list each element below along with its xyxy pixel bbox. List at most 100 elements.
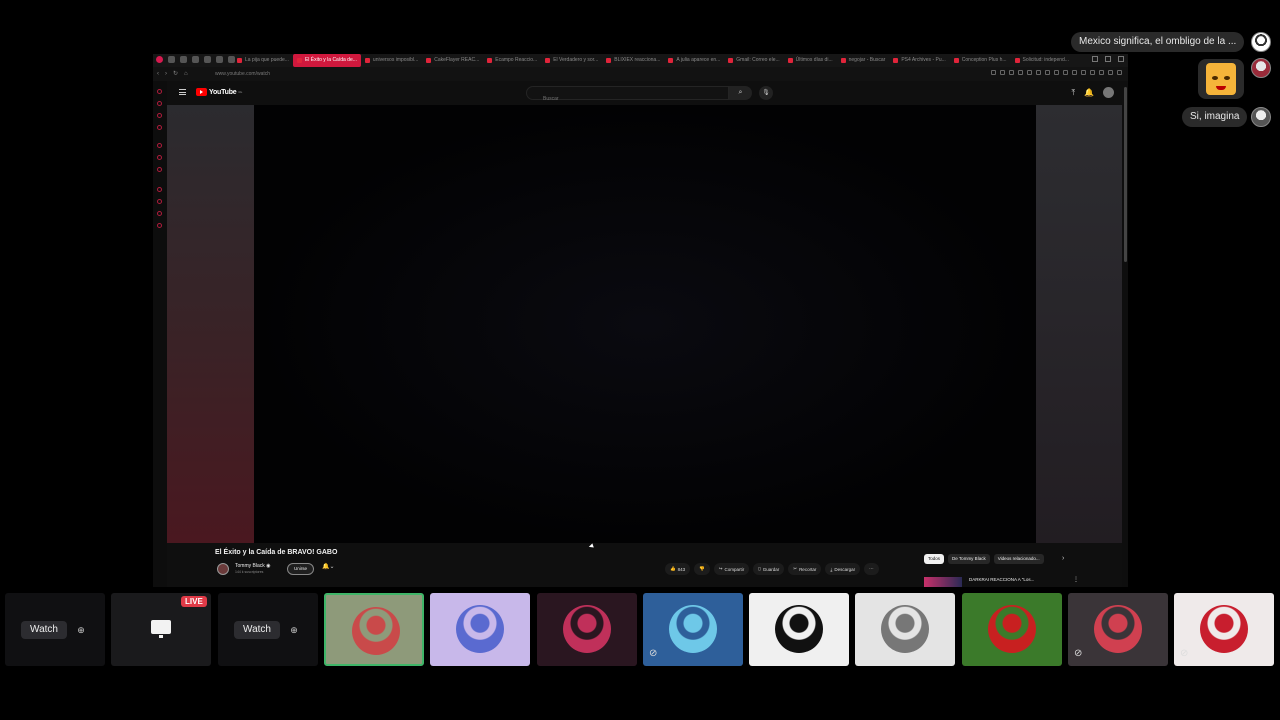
search-input[interactable] <box>527 93 728 105</box>
save-button[interactable]: ▯ Guardar <box>753 563 785 575</box>
account-avatar[interactable] <box>1103 87 1114 98</box>
participant-tile[interactable] <box>962 593 1062 666</box>
extension-icon[interactable] <box>1036 70 1041 75</box>
browser-tab[interactable]: universos imposibl... <box>361 54 422 67</box>
browser-tab[interactable]: A julia aparece en... <box>664 54 724 67</box>
sidebar-icon[interactable] <box>157 125 162 130</box>
watch-button[interactable]: Watch <box>234 621 280 639</box>
bookmark-icon[interactable] <box>991 70 996 75</box>
close-icon[interactable] <box>1118 56 1124 62</box>
sidebar-icon[interactable] <box>157 187 162 192</box>
join-button[interactable]: Unirse <box>287 563 314 575</box>
extension-icon[interactable] <box>1054 70 1059 75</box>
save-label: Guardar <box>762 566 780 572</box>
reload-icon[interactable]: ↻ <box>173 70 178 78</box>
recommendation-title[interactable]: DARKRAI REACCIONA A "Los... <box>969 577 1034 582</box>
browser-tab[interactable]: El Verdadero y sor... <box>541 54 602 67</box>
youtube-logo[interactable]: YouTube CL <box>196 88 242 96</box>
browser-menu-icons[interactable] <box>156 56 235 63</box>
home-icon[interactable]: ⌂ <box>184 70 188 78</box>
sidebar-icon[interactable] <box>157 113 162 118</box>
minimize-icon[interactable] <box>1092 56 1098 62</box>
like-button[interactable]: 👍 843 <box>665 563 691 575</box>
voice-search-button[interactable]: 🎙 <box>759 86 773 100</box>
extension-icon[interactable] <box>1009 70 1014 75</box>
browser-tab[interactable]: BLIXIEX reacciona... <box>602 54 664 67</box>
browser-tab[interactable]: CakeFlayer REAC... <box>422 54 483 67</box>
more-actions-button[interactable]: ⋯ <box>864 563 879 575</box>
subscription-bell-icon[interactable]: 🔔⌄ <box>322 563 335 570</box>
sidebar-icon[interactable] <box>157 223 162 228</box>
clip-button[interactable]: ✂ Recortar <box>788 563 822 575</box>
extension-icon[interactable] <box>1018 70 1023 75</box>
participant-tile[interactable] <box>430 593 530 666</box>
notifications-icon[interactable]: 🔔 <box>1084 87 1094 99</box>
browser-tab[interactable]: Gmail: Correo ele... <box>724 54 783 67</box>
page-scrollbar[interactable] <box>1124 87 1127 262</box>
extension-icon[interactable] <box>1117 70 1122 75</box>
menu-icon[interactable] <box>179 89 186 95</box>
participant-tile[interactable] <box>855 593 955 666</box>
chip-channel[interactable]: De Tommy Black <box>948 554 990 564</box>
browser-tab[interactable]: Solicitud: independ... <box>1011 54 1073 67</box>
recommendation-thumbnail[interactable] <box>924 577 962 587</box>
extension-icon[interactable] <box>1081 70 1086 75</box>
tab-icon[interactable] <box>216 56 223 63</box>
tab-icon[interactable] <box>204 56 211 63</box>
zoom-icon[interactable]: ⊕ <box>71 621 91 639</box>
stream-tile[interactable]: Watch ⊕ <box>5 593 105 666</box>
browser-tab[interactable]: negojar - Buscar <box>837 54 890 67</box>
channel-name[interactable]: Tommy Black ◉ <box>235 563 270 569</box>
url-field[interactable]: www.youtube.com/watch <box>215 70 270 78</box>
chip-all[interactable]: Todos <box>924 554 945 564</box>
browser-tab[interactable]: PS4 Archives - Pu... <box>889 54 949 67</box>
forward-icon[interactable]: › <box>165 70 167 78</box>
video-player[interactable] <box>254 105 1036 543</box>
browser-tab[interactable]: Conception Plus h... <box>950 54 1011 67</box>
create-icon[interactable]: ⤒ <box>1071 87 1075 99</box>
channel-avatar[interactable] <box>217 563 229 575</box>
browser-tab[interactable]: El Éxito y la Caída de... <box>292 54 361 67</box>
participant-tile[interactable]: ⊘ <box>1174 593 1274 666</box>
participant-tile[interactable] <box>324 593 424 666</box>
tab-icon[interactable] <box>168 56 175 63</box>
sidebar-icon[interactable] <box>157 167 162 172</box>
sidebar-icon[interactable] <box>157 101 162 106</box>
extension-icon[interactable] <box>1099 70 1104 75</box>
back-icon[interactable]: ‹ <box>157 70 159 78</box>
browser-tab[interactable]: Ecampo Reaccio... <box>483 54 541 67</box>
extension-icon[interactable] <box>1090 70 1095 75</box>
watch-button[interactable]: Watch <box>21 621 67 639</box>
extension-icon[interactable] <box>1027 70 1032 75</box>
extension-icon[interactable] <box>1108 70 1113 75</box>
zoom-icon[interactable]: ⊕ <box>284 621 304 639</box>
dislike-button[interactable]: 👎 <box>694 563 710 575</box>
maximize-icon[interactable] <box>1105 56 1111 62</box>
recommendation-more-icon[interactable]: ⋮ <box>1073 576 1079 583</box>
download-button[interactable]: ⤓ Descargar <box>825 563 861 575</box>
sidebar-icon[interactable] <box>157 89 162 94</box>
tab-icon[interactable] <box>180 56 187 63</box>
chevron-right-icon[interactable]: › <box>1062 555 1064 562</box>
participant-tile[interactable] <box>537 593 637 666</box>
opera-logo-icon[interactable] <box>156 56 163 63</box>
extension-icon[interactable] <box>1000 70 1005 75</box>
browser-tab[interactable]: La pija que puede... <box>233 54 293 67</box>
extension-icon[interactable] <box>1072 70 1077 75</box>
extension-icon[interactable] <box>1063 70 1068 75</box>
tab-icon[interactable] <box>192 56 199 63</box>
share-button[interactable]: ↪ Compartir <box>713 563 750 575</box>
chip-related[interactable]: Videos relacionado... <box>993 554 1044 564</box>
sidebar-icon[interactable] <box>157 155 162 160</box>
live-stream-tile[interactable]: LIVE <box>111 593 211 666</box>
stream-tile[interactable]: Watch ⊕ <box>218 593 318 666</box>
participant-tile[interactable]: ⊘ <box>1068 593 1168 666</box>
participant-tile[interactable]: ⊘ <box>643 593 743 666</box>
sidebar-icon[interactable] <box>157 211 162 216</box>
browser-tab[interactable]: Últimos días di... <box>784 54 837 67</box>
participant-tile[interactable] <box>749 593 849 666</box>
search-button[interactable]: ⌕ <box>729 86 752 100</box>
extension-icon[interactable] <box>1045 70 1050 75</box>
sidebar-icon[interactable] <box>157 199 162 204</box>
sidebar-icon[interactable] <box>157 143 162 148</box>
